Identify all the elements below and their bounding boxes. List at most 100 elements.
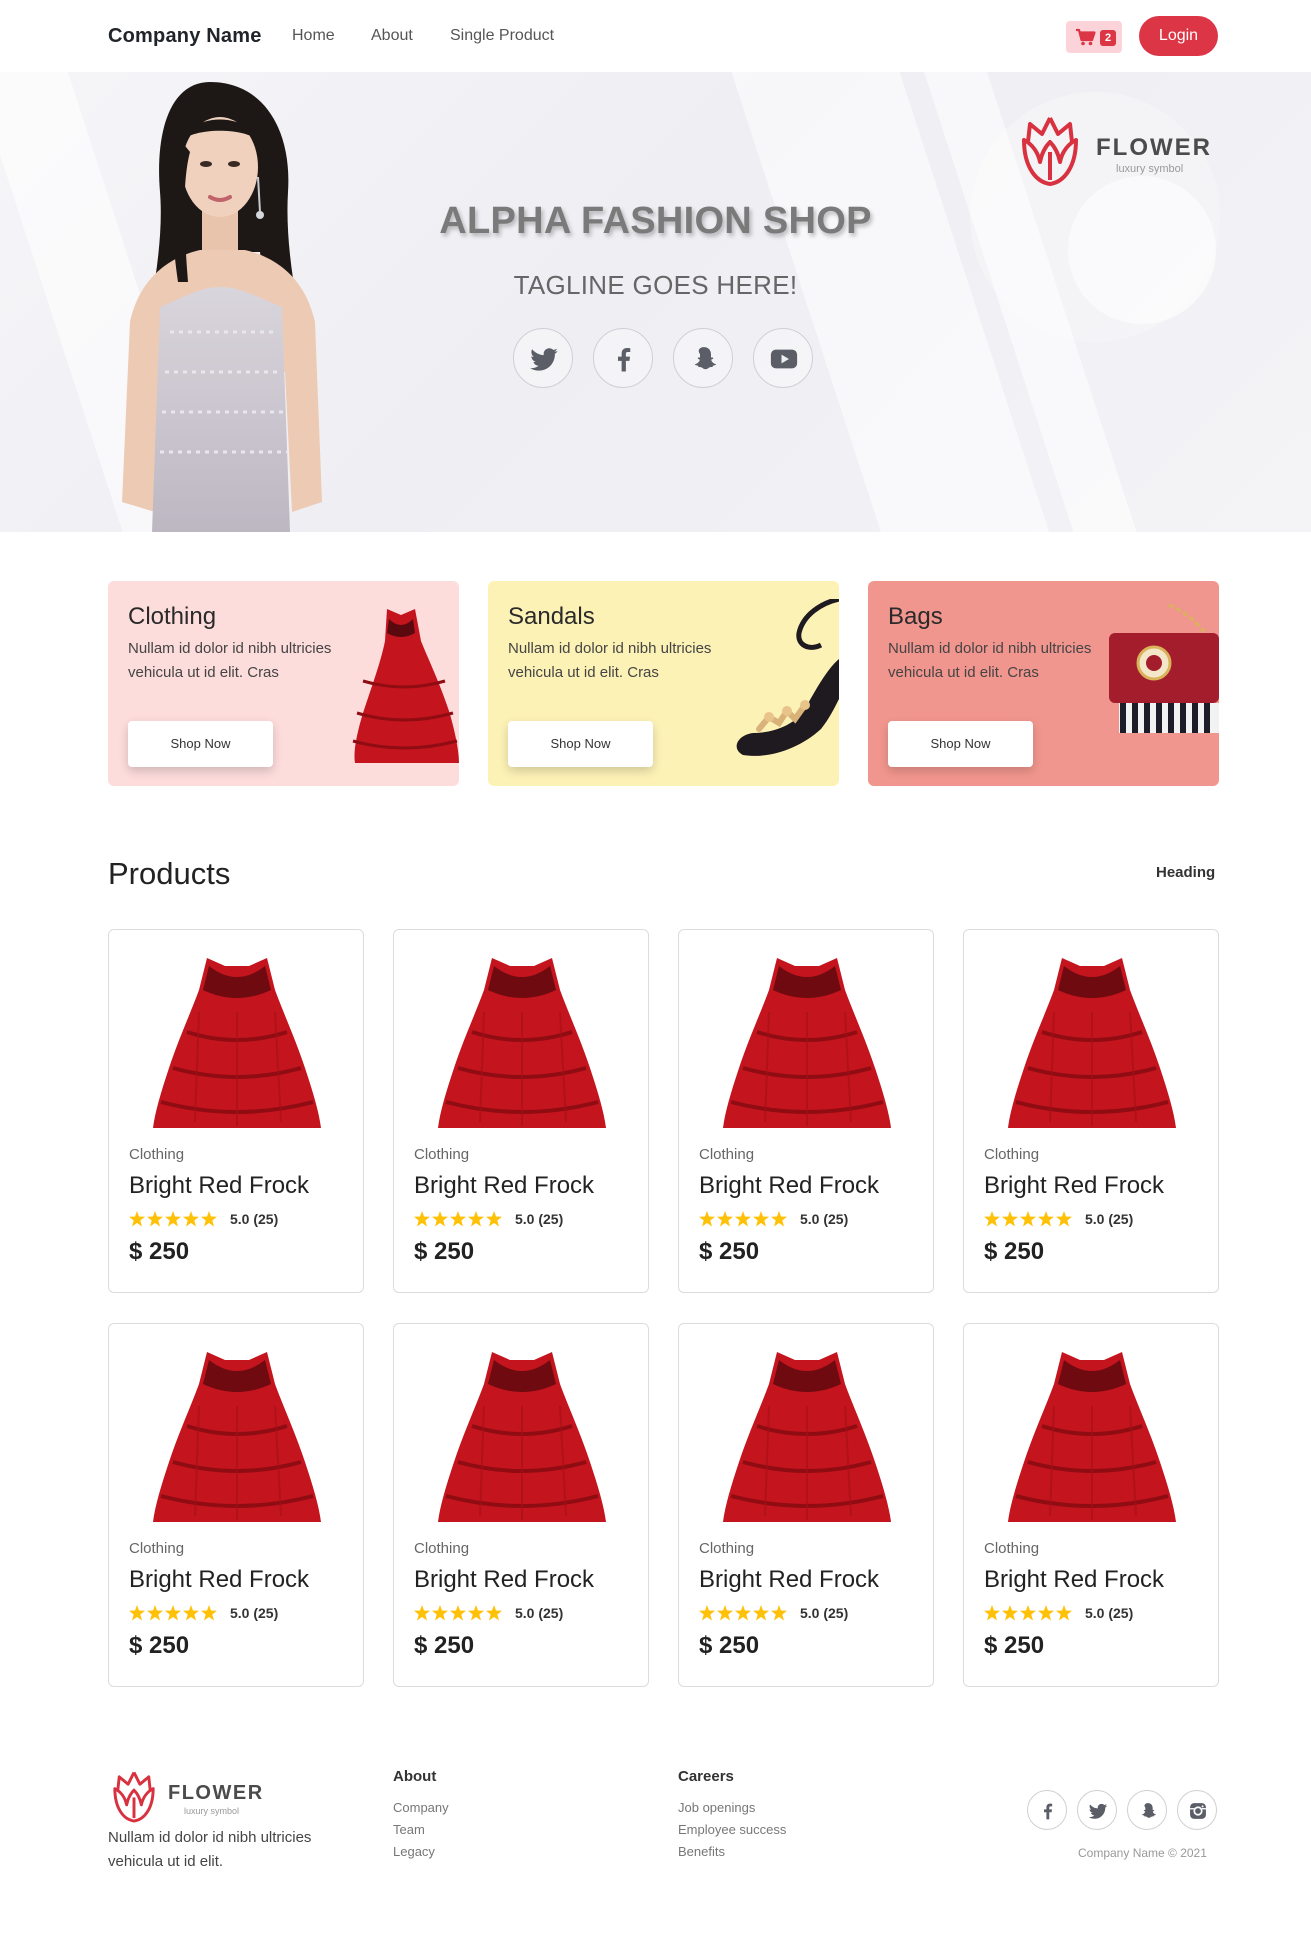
category-title: Bags: [888, 603, 943, 630]
snapchat-icon: [694, 347, 717, 370]
twitter-icon: [530, 348, 558, 371]
product-rating: 5.0 (25): [1085, 1605, 1134, 1621]
product-price: $ 250: [414, 1238, 475, 1265]
footer-description: Nullam id dolor id nibh ultricies vehicu…: [108, 1829, 312, 1870]
product-dress-image: [723, 958, 891, 1128]
category-card-clothing: Clothing Nullam id dolor id nibh ultrici…: [108, 581, 459, 786]
footer-logo-icon: [113, 1771, 155, 1823]
product-category: Clothing: [129, 1146, 185, 1163]
product-name[interactable]: Bright Red Frock: [984, 1172, 1164, 1200]
category-title: Sandals: [508, 603, 595, 630]
hero-tagline: TAGLINE GOES HERE!: [513, 270, 798, 300]
rating-stars-icon: [414, 1605, 502, 1621]
nav-link-about[interactable]: About: [371, 27, 413, 45]
youtube-icon: [770, 349, 798, 369]
footer-link-benefits[interactable]: Benefits: [678, 1844, 725, 1859]
product-card[interactable]: Clothing Bright Red Frock 5.0 (25) $ 250: [108, 1323, 364, 1687]
product-dress-image: [438, 958, 606, 1128]
footer-link-employee-success[interactable]: Employee success: [678, 1822, 786, 1837]
category-dress-image: [352, 609, 459, 763]
product-dress-image: [723, 1352, 891, 1522]
product-price: $ 250: [414, 1632, 475, 1659]
product-rating: 5.0 (25): [800, 1605, 849, 1621]
footer-link-team[interactable]: Team: [393, 1822, 425, 1837]
product-category: Clothing: [699, 1146, 755, 1163]
footer-flower-logo: FLOWER luxury symbol: [108, 1768, 268, 1824]
product-dress-image: [1008, 958, 1176, 1128]
footer-social-twitter[interactable]: [1077, 1790, 1117, 1830]
products-heading: Products: [108, 856, 231, 891]
product-price: $ 250: [699, 1632, 760, 1659]
category-description: Nullam id dolor id nibh ultricies vehicu…: [888, 640, 1092, 681]
products-heading-link[interactable]: Heading: [1156, 864, 1215, 881]
product-card[interactable]: Clothing Bright Red Frock 5.0 (25) $ 250: [393, 929, 649, 1293]
rating-stars-icon: [414, 1211, 502, 1227]
rating-stars-icon: [984, 1605, 1072, 1621]
shop-now-button[interactable]: Shop Now: [508, 721, 653, 767]
product-card[interactable]: Clothing Bright Red Frock 5.0 (25) $ 250: [963, 1323, 1219, 1687]
facebook-icon: [1044, 1803, 1053, 1820]
product-card[interactable]: Clothing Bright Red Frock 5.0 (25) $ 250: [678, 1323, 934, 1687]
cart-count-badge: 2: [1100, 30, 1116, 46]
product-name[interactable]: Bright Red Frock: [699, 1566, 879, 1594]
hero-social-youtube[interactable]: [753, 328, 813, 388]
category-description: Nullam id dolor id nibh ultricies vehicu…: [508, 640, 712, 681]
nav-link-single-product[interactable]: Single Product: [450, 27, 554, 45]
cart-icon: [1076, 28, 1096, 46]
footer-social-instagram[interactable]: [1177, 1790, 1217, 1830]
rating-stars-icon: [129, 1211, 217, 1227]
flower-logo: FLOWER luxury symbol: [1016, 112, 1216, 192]
category-title: Clothing: [128, 603, 217, 630]
product-category: Clothing: [699, 1540, 755, 1557]
hero-title: ALPHA FASHION SHOP: [439, 200, 872, 242]
product-price: $ 250: [129, 1632, 190, 1659]
category-card-bags: Bags Nullam id dolor id nibh ultricies v…: [868, 581, 1219, 786]
product-card[interactable]: Clothing Bright Red Frock 5.0 (25) $ 250: [393, 1323, 649, 1687]
product-category: Clothing: [984, 1146, 1040, 1163]
nav-link-home[interactable]: Home: [292, 27, 335, 45]
instagram-icon: [1190, 1803, 1206, 1819]
product-category: Clothing: [414, 1540, 470, 1557]
footer-link-legacy[interactable]: Legacy: [393, 1844, 435, 1859]
product-rating: 5.0 (25): [515, 1605, 564, 1621]
product-name[interactable]: Bright Red Frock: [699, 1172, 879, 1200]
shop-now-button[interactable]: Shop Now: [888, 721, 1033, 767]
category-sandal-image: [736, 599, 839, 756]
category-bag-image: [1109, 603, 1219, 733]
product-category: Clothing: [129, 1540, 185, 1557]
product-card[interactable]: Clothing Bright Red Frock 5.0 (25) $ 250: [108, 929, 364, 1293]
product-rating: 5.0 (25): [1085, 1211, 1134, 1227]
login-button[interactable]: Login: [1139, 16, 1218, 56]
hero-social-twitter[interactable]: [513, 328, 573, 388]
footer-link-job-openings[interactable]: Job openings: [678, 1800, 755, 1815]
product-name[interactable]: Bright Red Frock: [414, 1172, 594, 1200]
footer-copyright: Company Name © 2021: [1078, 1846, 1207, 1860]
product-name[interactable]: Bright Red Frock: [129, 1566, 309, 1594]
brand-name[interactable]: Company Name: [108, 25, 262, 48]
product-price: $ 250: [699, 1238, 760, 1265]
product-name[interactable]: Bright Red Frock: [984, 1566, 1164, 1594]
rating-stars-icon: [129, 1605, 217, 1621]
logo-tagline: luxury symbol: [1116, 163, 1184, 175]
cart-button[interactable]: 2: [1066, 21, 1122, 53]
flower-logo-icon: [1022, 117, 1078, 186]
footer-social-facebook[interactable]: [1027, 1790, 1067, 1830]
product-name[interactable]: Bright Red Frock: [414, 1566, 594, 1594]
product-card[interactable]: Clothing Bright Red Frock 5.0 (25) $ 250: [678, 929, 934, 1293]
footer-link-company[interactable]: Company: [393, 1800, 449, 1815]
product-dress-image: [153, 1352, 321, 1522]
category-description: Nullam id dolor id nibh ultricies vehicu…: [128, 640, 332, 681]
rating-stars-icon: [699, 1211, 787, 1227]
product-rating: 5.0 (25): [230, 1211, 279, 1227]
product-name[interactable]: Bright Red Frock: [129, 1172, 309, 1200]
category-card-sandals: Sandals Nullam id dolor id nibh ultricie…: [488, 581, 839, 786]
footer-social-snapchat[interactable]: [1127, 1790, 1167, 1830]
hero-social-snapchat[interactable]: [673, 328, 733, 388]
twitter-icon: [1088, 1803, 1108, 1819]
logo-wordmark: FLOWER: [1096, 134, 1212, 161]
product-price: $ 250: [984, 1238, 1045, 1265]
footer-heading-careers: Careers: [678, 1768, 734, 1785]
shop-now-button[interactable]: Shop Now: [128, 721, 273, 767]
hero-social-facebook[interactable]: [593, 328, 653, 388]
product-card[interactable]: Clothing Bright Red Frock 5.0 (25) $ 250: [963, 929, 1219, 1293]
